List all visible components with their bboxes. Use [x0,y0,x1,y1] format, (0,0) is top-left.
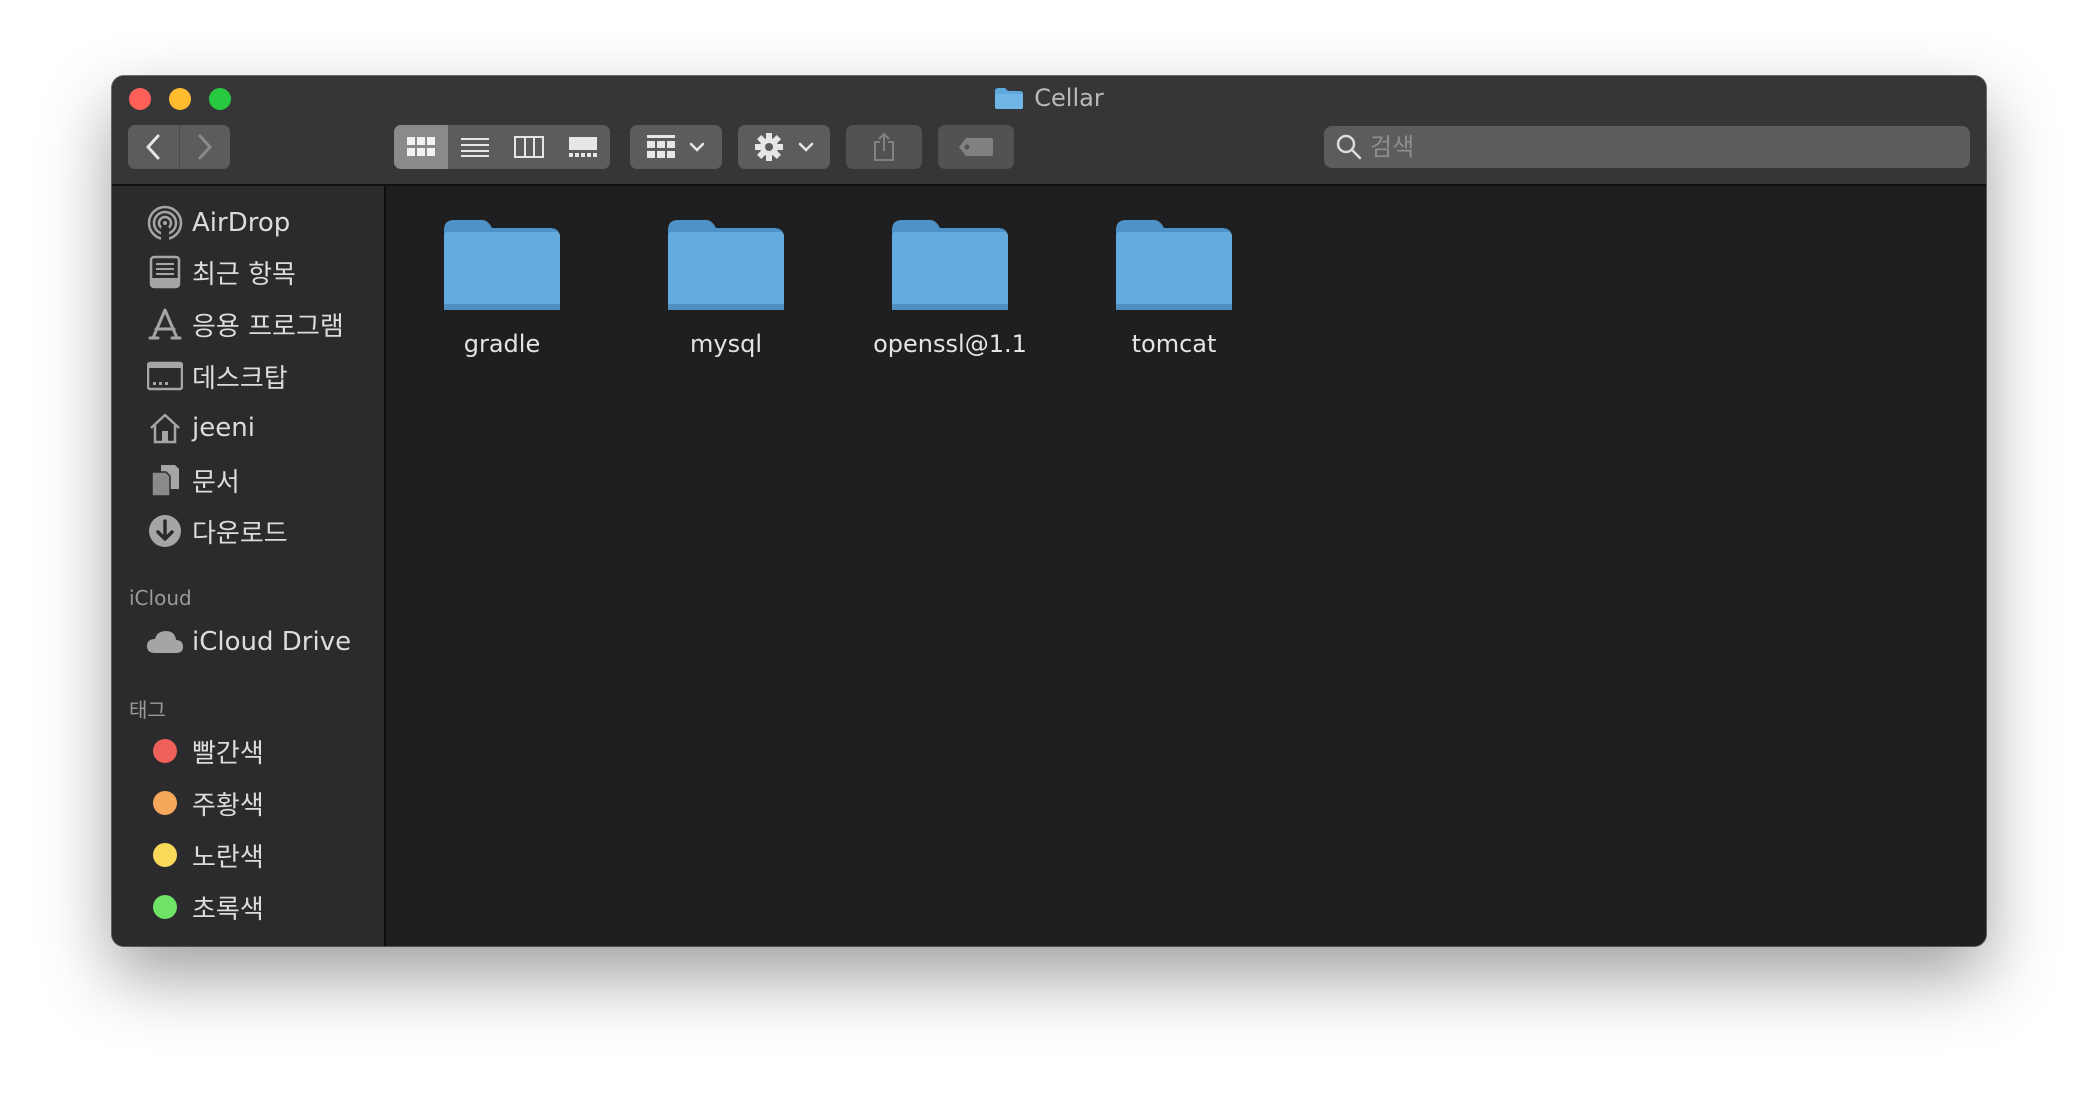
folder-name: mysql [690,330,762,358]
sidebar-item-label: AirDrop [192,208,291,238]
sidebar-item-label: iCloud Drive [192,627,352,657]
sidebar-item-tag-green[interactable]: 초록색 [146,887,264,927]
file-browser: gradle mysql openssl@1.1 tomcat [386,186,1986,946]
sidebar-item-documents[interactable]: 문서 [146,460,240,500]
column-view-button[interactable] [502,125,556,169]
sidebar-item-label: 문서 [192,467,240,498]
sidebar-item-desktop[interactable]: 데스크탑 [146,356,288,396]
tag-color-dot [146,836,184,874]
tag-color-dot [146,888,184,926]
sidebar-item-label: jeeni [192,413,255,443]
view-mode-control [394,125,610,169]
sidebar-item-label: 초록색 [192,894,264,925]
sidebar-section-tags: 태그 [129,698,166,722]
search-icon [1336,134,1362,160]
folder-item[interactable]: tomcat [1074,216,1274,358]
list-view-icon [461,138,489,157]
folder-item[interactable]: mysql [626,216,826,358]
chevron-down-icon [798,142,814,152]
tag-color-dot [146,732,184,770]
folder-name: gradle [463,330,541,358]
sidebar-item-tag-yellow[interactable]: 노란색 [146,835,264,875]
folder-icon [444,220,560,310]
sidebar-item-label: 빨간색 [192,738,264,769]
list-view-button[interactable] [448,125,502,169]
window-title-text: Cellar [1034,84,1104,112]
grid-icon [647,135,675,158]
sidebar-item-recents[interactable]: 최근 항목 [146,252,296,292]
tag-icon [959,138,993,156]
sidebar-item-label: 주황색 [192,790,264,821]
nav-buttons [128,125,230,169]
sidebar-item-icloud-drive[interactable]: iCloud Drive [146,622,351,662]
window-title: Cellar [112,84,1986,112]
sidebar-item-label: 다운로드 [192,518,288,549]
folder-icon [892,220,1008,310]
sidebar-item-airdrop[interactable]: AirDrop [146,203,290,243]
applications-icon [146,305,184,343]
sidebar: AirDrop 최근 항목 응용 프로그램 데스크탑 jeeni 문서 다운로드… [112,186,386,946]
chevron-left-icon [146,134,160,160]
folder-name: openssl@1.1 [873,330,1027,358]
documents-icon [146,461,184,499]
sidebar-item-applications[interactable]: 응용 프로그램 [146,304,344,344]
folder-icon [668,220,784,310]
tag-color-dot [146,784,184,822]
gallery-view-icon [569,137,597,157]
desktop-icon [146,357,184,395]
tag-button[interactable] [938,125,1014,169]
airdrop-icon [146,204,184,242]
action-button[interactable] [738,125,830,169]
folder-icon [995,88,1024,109]
sidebar-item-label: 노란색 [192,842,264,873]
sidebar-section-icloud: iCloud [129,586,192,610]
folder-name: tomcat [1131,330,1217,358]
folder-item[interactable]: openssl@1.1 [850,216,1050,358]
recents-icon [146,253,184,291]
share-button[interactable] [846,125,922,169]
finder-window: Cellar 검색 AirDrop 최근 항목 응용 프로그램 데스크탑 jee… [112,76,1986,946]
sidebar-item-downloads[interactable]: 다운로드 [146,511,288,551]
back-button[interactable] [128,125,180,169]
home-icon [146,409,184,447]
downloads-icon [146,512,184,550]
group-by-button[interactable] [630,125,722,169]
sidebar-item-label: 최근 항목 [192,259,296,290]
gear-icon [755,133,783,161]
chevron-right-icon [198,134,212,160]
search-input[interactable] [1370,133,1930,161]
gallery-view-button[interactable] [556,125,610,169]
toolbar: Cellar [112,76,1986,186]
column-view-icon [514,136,544,158]
cloud-icon [146,623,184,661]
icon-view-icon [407,137,435,156]
sidebar-item-home[interactable]: jeeni [146,408,255,448]
forward-button[interactable] [180,125,231,169]
icon-view-button[interactable] [394,125,448,169]
folder-icon [1116,220,1232,310]
share-icon [874,132,894,161]
search-field[interactable] [1324,126,1970,168]
sidebar-item-label: 데스크탑 [192,363,288,394]
chevron-down-icon [689,142,705,152]
sidebar-item-tag-orange[interactable]: 주황색 [146,783,264,823]
sidebar-item-tag-red[interactable]: 빨간색 [146,731,264,771]
folder-item[interactable]: gradle [402,216,602,358]
sidebar-item-label: 응용 프로그램 [192,311,344,342]
